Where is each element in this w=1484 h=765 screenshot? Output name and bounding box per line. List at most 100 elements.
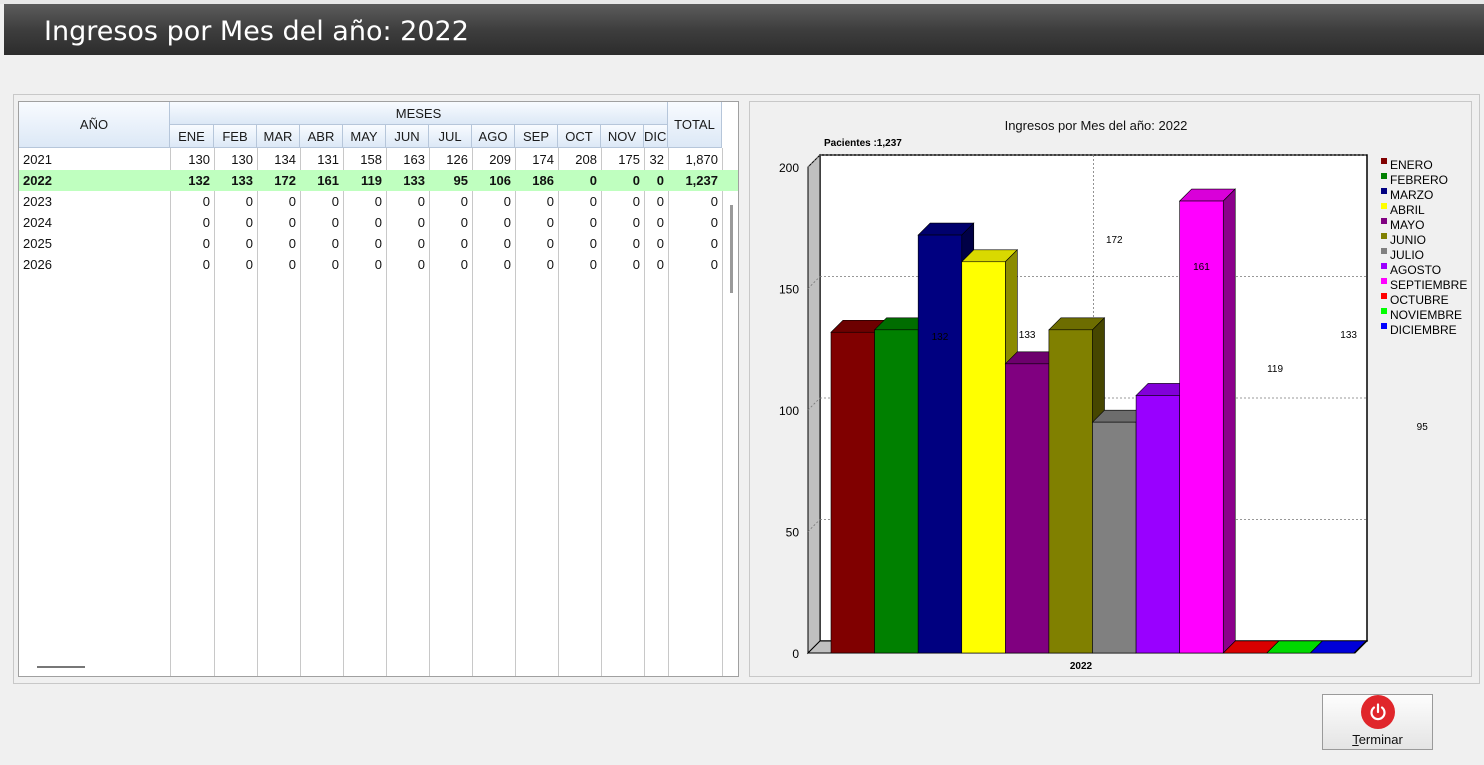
cell-value: 0 [374, 236, 382, 251]
cell-year: 2023 [23, 194, 52, 209]
table-row[interactable]: 2023 0 0 0 0 0 0 0 0 0 0 0 0 0 [19, 191, 738, 212]
legend-label: FEBRERO [1390, 173, 1449, 187]
cell-value: 0 [331, 257, 339, 272]
legend-label: ENERO [1390, 158, 1433, 172]
terminar-button[interactable]: Terminar [1322, 694, 1433, 750]
legend-label: AGOSTO [1390, 263, 1442, 277]
header-month-mar[interactable]: MAR [257, 125, 300, 148]
chart-title: Ingresos por Mes del año: 2022 [1005, 118, 1188, 133]
cell-value: 0 [460, 257, 468, 272]
power-icon [1361, 695, 1395, 729]
cell-value: 0 [417, 257, 425, 272]
header-month-jul[interactable]: JUL [429, 125, 472, 148]
header-month-feb[interactable]: FEB [214, 125, 257, 148]
cell-value: 0 [288, 236, 296, 251]
legend-item-julio: JULIO [1380, 248, 1467, 263]
header-month-may[interactable]: MAY [343, 125, 386, 148]
cell-value: 133 [231, 173, 253, 188]
table-row[interactable]: 2022 132 133 172 161 119 133 95 106 186 0 0 0 1,237 [19, 170, 738, 191]
table-row[interactable]: 2024 0 0 0 0 0 0 0 0 0 0 0 0 0 [19, 212, 738, 233]
cell-value: 175 [618, 152, 640, 167]
cell-value: 0 [589, 236, 597, 251]
table-row[interactable]: 2021 130 130 134 131 158 163 126 209 174 208 175 32 1… [19, 149, 738, 170]
cell-value: 0 [460, 215, 468, 230]
header-month-oct[interactable]: OCT [558, 125, 601, 148]
horizontal-scrollbar[interactable] [37, 666, 85, 668]
header-year[interactable]: AÑO [19, 102, 170, 148]
bar-marzo [917, 234, 963, 654]
header-month-abr[interactable]: ABR [300, 125, 343, 148]
header-month-dic[interactable]: DIC [644, 125, 668, 148]
cell-value: 0 [589, 194, 597, 209]
terminar-label: Terminar [1352, 732, 1403, 747]
legend-label: JUNIO [1390, 233, 1426, 247]
bar-side-septiembre [1222, 188, 1236, 654]
cell-value: 0 [331, 215, 339, 230]
header-month-ago[interactable]: AGO [472, 125, 515, 148]
bar-agosto [1135, 395, 1180, 654]
cell-value: 0 [632, 173, 640, 188]
cell-value: 0 [202, 236, 210, 251]
cell-value: 0 [460, 236, 468, 251]
data-label: 172 [1106, 235, 1123, 246]
header-month-nov[interactable]: NOV [601, 125, 644, 148]
legend-item-junio: JUNIO [1380, 233, 1467, 248]
cell-value: 0 [589, 257, 597, 272]
cell-total: 0 [710, 257, 718, 272]
cell-value: 126 [446, 152, 468, 167]
legend-item-septiembre: SEPTIEMBRE [1380, 278, 1467, 293]
legend-label: NOVIEMBRE [1390, 308, 1463, 322]
legend-item-enero: ENERO [1380, 158, 1467, 173]
window-title: Ingresos por Mes del año: 2022 [4, 4, 1484, 55]
cell-value: 0 [374, 257, 382, 272]
bar-julio [1092, 421, 1137, 654]
cell-value: 0 [245, 215, 253, 230]
legend-item-agosto: AGOSTO [1380, 263, 1467, 278]
chart-subtitle: Pacientes :1,237 [824, 138, 902, 149]
cell-value: 0 [546, 215, 554, 230]
legend-swatch [1381, 218, 1387, 224]
cell-value: 0 [546, 257, 554, 272]
header-month-ene[interactable]: ENE [170, 125, 214, 148]
legend-swatch [1381, 248, 1387, 254]
legend-swatch [1381, 203, 1387, 209]
cell-year: 2024 [23, 215, 52, 230]
bar-febrero [874, 329, 919, 654]
cell-value: 134 [274, 152, 296, 167]
cell-value: 0 [656, 257, 664, 272]
legend-item-febrero: FEBRERO [1380, 173, 1467, 188]
legend-swatch [1381, 188, 1387, 194]
data-label: 133 [1019, 330, 1036, 341]
cell-value: 0 [202, 215, 210, 230]
cell-value: 131 [317, 152, 339, 167]
cell-value: 0 [632, 194, 640, 209]
legend-item-octubre: OCTUBRE [1380, 293, 1467, 308]
y-tick-label: 100 [779, 404, 799, 418]
bar-chart: Ingresos por Mes del año: 2022 Pacientes … [779, 118, 1429, 672]
legend-item-marzo: MARZO [1380, 188, 1467, 203]
data-label: 95 [1417, 422, 1429, 433]
cell-value: 0 [589, 215, 597, 230]
cell-value: 0 [202, 257, 210, 272]
table-row[interactable]: 2026 0 0 0 0 0 0 0 0 0 0 0 0 0 [19, 254, 738, 275]
cell-value: 119 [361, 173, 382, 188]
header-month-sep[interactable]: SEP [515, 125, 558, 148]
table-row[interactable]: 2025 0 0 0 0 0 0 0 0 0 0 0 0 0 [19, 233, 738, 254]
cell-value: 133 [403, 173, 425, 188]
header-month-jun[interactable]: JUN [386, 125, 429, 148]
header-meses: MESES [170, 102, 668, 125]
cell-value: 0 [632, 257, 640, 272]
vertical-scrollbar[interactable] [730, 205, 733, 293]
cell-value: 0 [546, 194, 554, 209]
legend-swatch [1381, 293, 1387, 299]
legend-swatch [1381, 263, 1387, 269]
cell-year: 2026 [23, 257, 52, 272]
cell-value: 0 [202, 194, 210, 209]
legend-item-diciembre: DICIEMBRE [1380, 323, 1467, 338]
header-total[interactable]: TOTAL [668, 102, 722, 148]
cell-value: 163 [403, 152, 425, 167]
data-grid[interactable]: AÑO MESES ENE FEB MAR ABR MAY JUN JUL AGO SEP OCT NO… [18, 101, 739, 677]
y-tick-label: 0 [792, 647, 799, 661]
legend-item-noviembre: NOVIEMBRE [1380, 308, 1467, 323]
cell-value: 0 [632, 236, 640, 251]
